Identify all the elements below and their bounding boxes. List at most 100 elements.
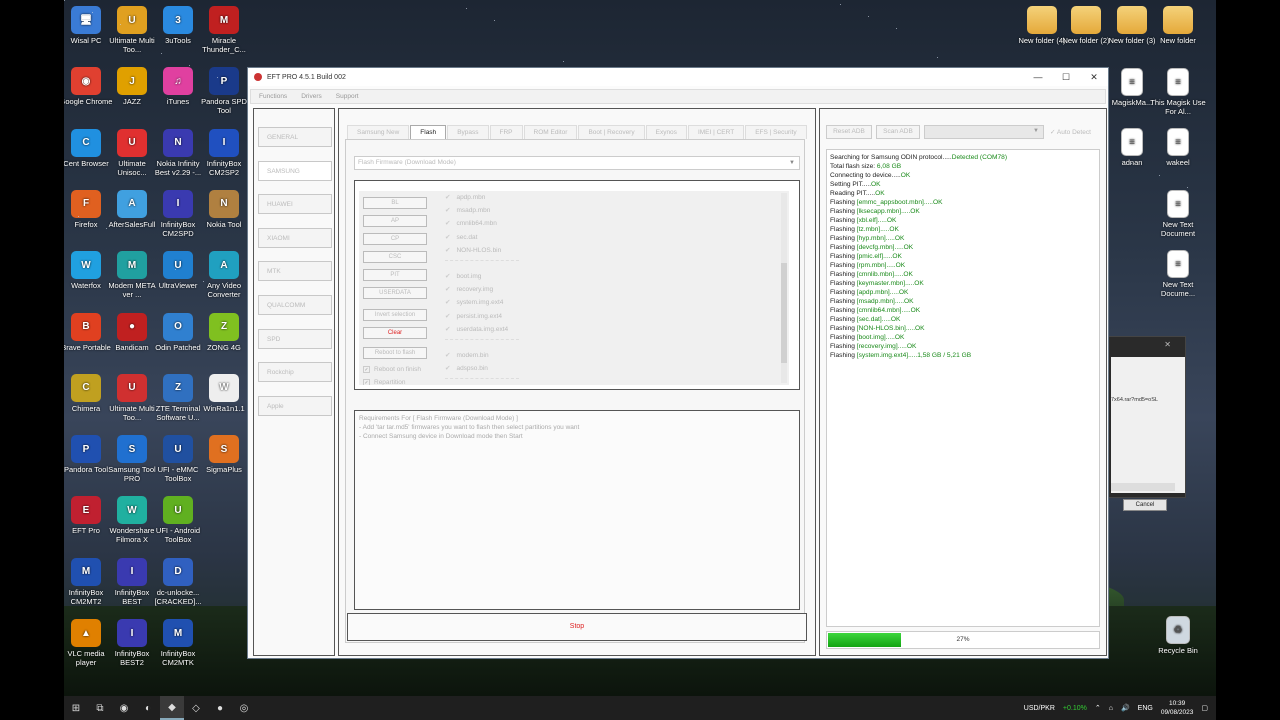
- maximize-icon[interactable]: ☐: [1052, 72, 1080, 83]
- nav-huawei[interactable]: HUAWEI: [258, 194, 332, 215]
- desktop-icon[interactable]: Z ZONG 4G: [196, 312, 252, 352]
- desktop-icon[interactable]: ≡ wakeel: [1150, 128, 1206, 167]
- menu-support[interactable]: Support: [336, 93, 359, 100]
- nav-spd[interactable]: SPD: [258, 328, 332, 349]
- app-taskbar-icon[interactable]: ◇: [184, 696, 208, 720]
- partition-item[interactable]: ✔ sec.dat: [445, 233, 477, 241]
- record-taskbar-icon[interactable]: ◎: [232, 696, 256, 720]
- progress-label: 27%: [956, 636, 970, 643]
- nav-general[interactable]: GENERAL: [258, 127, 332, 147]
- menu-drivers[interactable]: Drivers: [301, 93, 322, 100]
- desktop-icon[interactable]: ≡ New Text Document: [1150, 190, 1206, 238]
- partition-item[interactable]: ✔ system.img.ext4: [445, 298, 503, 306]
- partition-item[interactable]: ✔ persist.img.ext4: [445, 312, 502, 320]
- partition-item[interactable]: ✔ NON-HLOS.bin: [445, 246, 501, 254]
- partition-name: recovery.img: [456, 286, 494, 294]
- desktop-icon[interactable]: S SigmaPlus: [196, 435, 252, 474]
- tab-efs-security[interactable]: EFS | Security: [745, 125, 807, 139]
- log-status: [cmnlib64.mbn]: [856, 307, 902, 314]
- scrollbar-thumb[interactable]: [781, 263, 787, 363]
- file-button-cp[interactable]: CP: [363, 233, 427, 245]
- dialog-cancel-button[interactable]: Cancel: [1123, 499, 1167, 511]
- currency-label[interactable]: USD/PKR: [1024, 705, 1055, 712]
- tab-imei-cert[interactable]: IMEI | CERT: [687, 125, 745, 139]
- nav-apple[interactable]: Apple: [258, 395, 332, 416]
- requirements-line-1: - Add 'tar tar.md5' firmwares you want t…: [359, 424, 580, 431]
- tab-frp[interactable]: FRP: [489, 125, 523, 139]
- reset-adb-button[interactable]: Reset ADB: [826, 125, 872, 139]
- desktop-icon[interactable]: New folder: [1150, 6, 1206, 45]
- app-icon: S: [209, 435, 239, 464]
- desktop-icon[interactable]: M Miracle Thunder_C...: [196, 6, 252, 54]
- file-button-csc[interactable]: CSC: [363, 251, 427, 263]
- menu-functions[interactable]: Functions: [259, 93, 287, 100]
- desktop-icon[interactable]: ≡ This Magisk Use For Al...: [1150, 68, 1206, 116]
- tab-samsung-new[interactable]: Samsung New: [347, 125, 410, 139]
- partition-item[interactable]: ✔ cmnlib64.mbn: [445, 219, 497, 227]
- chevron-up-icon[interactable]: ⌃: [1095, 704, 1101, 712]
- dialog-close-icon[interactable]: ✕: [1164, 340, 1171, 349]
- log-text: Flashing: [830, 307, 857, 314]
- tab-bypass[interactable]: Bypass: [447, 125, 489, 139]
- document-icon: ≡: [1167, 128, 1189, 156]
- partition-item[interactable]: ✔ recovery.img: [445, 285, 493, 293]
- adb-device-select[interactable]: ▼: [924, 125, 1044, 139]
- file-button-ap[interactable]: AP: [363, 215, 427, 227]
- partition-scrollbar[interactable]: [781, 193, 787, 383]
- invert-selection-button[interactable]: Invert selection: [363, 309, 427, 321]
- chrome-taskbar-icon[interactable]: ◉: [112, 696, 136, 720]
- nav-samsung[interactable]: SAMSUNG: [258, 160, 332, 181]
- tab-exynos[interactable]: Exynos: [645, 125, 687, 139]
- file-button-userdata[interactable]: USERDATA: [363, 287, 427, 299]
- stop-button[interactable]: Stop: [347, 613, 807, 641]
- auto-detect-checkbox[interactable]: ✓ Auto Detect: [1050, 128, 1091, 136]
- desktop-icon[interactable]: P Pandora SPD Tool: [196, 67, 252, 115]
- eft-pro-taskbar-icon[interactable]: ●: [208, 696, 232, 720]
- nav-rockchip[interactable]: Rockchip: [258, 362, 332, 383]
- app-icon: I: [209, 128, 239, 157]
- clock[interactable]: 10:39 09/08/2023: [1161, 699, 1194, 717]
- partition-item[interactable]: ✔ modem.bin: [445, 351, 489, 359]
- log-status: OK: [871, 181, 881, 188]
- desktop-icon[interactable]: ♻ Recycle Bin: [1150, 616, 1206, 655]
- desktop-icon[interactable]: M InfinityBox CM2MTK: [150, 619, 206, 667]
- desktop-icon[interactable]: ≡ New Text Docume...: [1150, 250, 1206, 298]
- file-button-pit[interactable]: PIT: [363, 269, 427, 281]
- minimize-icon[interactable]: —: [1024, 72, 1052, 83]
- edge-taskbar-icon[interactable]: ◐: [136, 696, 160, 720]
- partition-item[interactable]: ✔ userdata.img.ext4: [445, 325, 508, 333]
- repartition-checkbox[interactable]: ✓ Repartition: [363, 379, 405, 385]
- partition-item[interactable]: ✔ msadp.mbn: [445, 206, 490, 214]
- start-windows-icon[interactable]: ⊞: [64, 696, 88, 720]
- close-icon[interactable]: ✕: [1080, 72, 1108, 83]
- tab-rom-editor[interactable]: ROM Editor: [523, 125, 578, 139]
- tab-flash[interactable]: Flash: [410, 125, 447, 139]
- desktop-icon-label: New folder: [1160, 36, 1196, 45]
- partition-item[interactable]: ✔ apdp.mbn: [445, 193, 485, 201]
- partition-item[interactable]: ✔ boot.img: [445, 272, 481, 280]
- task-view-icon[interactable]: ⧉: [88, 696, 112, 720]
- nav-qualcomm[interactable]: QUALCOMM: [258, 295, 332, 315]
- desktop-icon[interactable]: Ddc-unlocke... [CRACKED]...: [150, 557, 206, 606]
- reboot-on-finish-checkbox[interactable]: ✓ Reboot on finish: [363, 366, 421, 373]
- desktop-icon[interactable]: I InfinityBox CM2SP2: [196, 128, 252, 177]
- partition-name: msadp.mbn: [456, 207, 491, 215]
- scan-adb-button[interactable]: Scan ADB: [876, 125, 920, 139]
- nav-mtk[interactable]: MTK: [258, 261, 332, 282]
- network-icon[interactable]: ⌂: [1109, 705, 1113, 712]
- desktop-icon[interactable]: N Nokia Tool: [196, 189, 252, 229]
- mode-select[interactable]: Flash Firmware (Download Mode) ▼: [354, 156, 800, 170]
- eft-taskbar-icon[interactable]: ◆: [160, 696, 184, 720]
- desktop-icon[interactable]: A Any Video Converter: [196, 251, 252, 299]
- desktop-icon[interactable]: W WinRa1n1.1: [196, 373, 252, 413]
- language-label[interactable]: ENG: [1138, 705, 1153, 712]
- file-button-bl[interactable]: BL: [363, 197, 427, 209]
- volume-icon[interactable]: 🔊: [1121, 704, 1130, 712]
- notification-icon[interactable]: ▢: [1201, 704, 1208, 712]
- desktop-icon[interactable]: U UFI - Android ToolBox: [150, 496, 206, 544]
- partition-item[interactable]: ✔ adspso.bin: [445, 364, 488, 372]
- tab-boot-recovery[interactable]: Boot | Recovery: [578, 125, 645, 139]
- clear-button[interactable]: Clear: [363, 327, 427, 339]
- reboot-to-flash-button[interactable]: Reboot to flash: [363, 347, 427, 359]
- nav-xiaomi[interactable]: XIAOMI: [258, 227, 332, 248]
